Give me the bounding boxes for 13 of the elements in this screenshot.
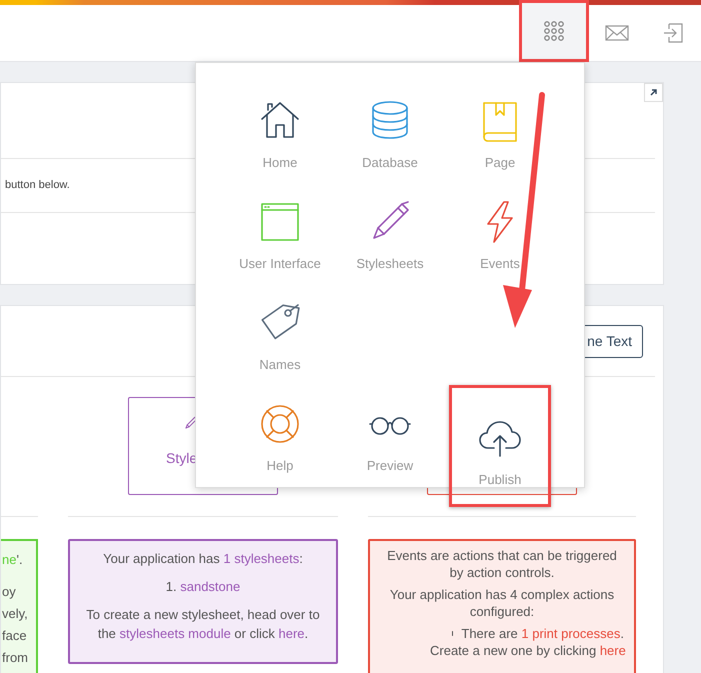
- card-text: button below.: [4, 178, 70, 194]
- info-text: To create a new stylesheet, head over to the stylesheets module or click here.: [85, 606, 321, 643]
- info-text: 1. sandstone: [164, 578, 242, 596]
- info-text: Your application has 1 stylesheets:: [102, 550, 304, 568]
- info-text: ne'.: [2, 551, 23, 569]
- info-text: Your application has 4 complex actions configured:: [388, 586, 616, 620]
- info-text: There are 1 print processes.: [461, 625, 624, 642]
- info-text: vely,: [2, 605, 28, 623]
- info-text: Create a new one by clicking here: [429, 642, 624, 659]
- info-text: from: [2, 649, 28, 667]
- info-text: Events are actions that can be triggered by action controls.: [386, 547, 618, 581]
- info-text: face: [2, 627, 27, 645]
- info-text: oy: [2, 583, 16, 601]
